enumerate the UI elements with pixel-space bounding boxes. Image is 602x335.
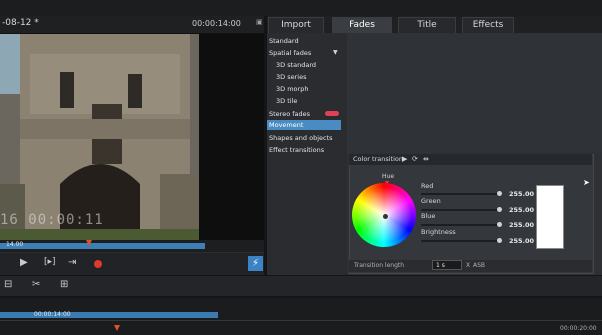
preview-letterbox xyxy=(199,34,264,240)
blue-slider-knob[interactable] xyxy=(497,222,502,227)
flash-icon[interactable]: ⚡ xyxy=(248,256,263,271)
insert-icon[interactable]: ⊞ xyxy=(60,279,68,290)
step-icon[interactable]: ⇹ xyxy=(423,155,429,163)
fade-item-standard[interactable]: Standard xyxy=(269,37,299,45)
transition-length-label: Transition length xyxy=(354,262,405,269)
chevron-down-icon[interactable]: ▼ xyxy=(333,49,338,56)
play-icon[interactable]: ▶ xyxy=(402,155,407,163)
fade-item-3d-series[interactable]: 3D series xyxy=(276,73,306,81)
in-out-icon[interactable]: [▸] xyxy=(44,257,56,267)
transport-bar xyxy=(0,253,264,275)
record-icon[interactable] xyxy=(94,260,102,268)
fade-item-3d-standard[interactable]: 3D standard xyxy=(276,61,316,69)
timeline-range-label: 00:00:14:00 xyxy=(34,311,71,318)
green-label: Green xyxy=(421,197,441,205)
brightness-slider-knob[interactable] xyxy=(497,238,502,243)
tab-title[interactable]: Title xyxy=(398,17,456,34)
red-label: Red xyxy=(421,182,434,190)
fade-category-list xyxy=(267,33,347,275)
next-icon[interactable]: ⇥ xyxy=(68,257,76,268)
preview-time: 00:00:14:00 xyxy=(192,19,241,28)
trim-icon[interactable]: ⊟ xyxy=(4,279,12,290)
transition-asb-label[interactable]: ASB xyxy=(473,262,485,269)
timeline-end-label: 00:00:20:00 xyxy=(560,325,597,332)
fade-item-stereo[interactable]: Stereo fades xyxy=(269,110,310,118)
blue-label: Blue xyxy=(421,212,436,220)
timeline-playhead[interactable] xyxy=(114,325,120,331)
mouse-cursor-icon: ➤ xyxy=(583,178,590,187)
cut-icon[interactable]: ✂ xyxy=(32,279,40,290)
fade-item-spatial[interactable]: Spatial fades xyxy=(269,49,311,57)
brightness-slider[interactable] xyxy=(421,240,501,242)
fade-item-effect-transitions[interactable]: Effect transitions xyxy=(269,146,324,154)
play-icon[interactable]: ▶ xyxy=(20,257,28,268)
fade-item-3d-tile[interactable]: 3D tile xyxy=(276,97,297,105)
detach-icon[interactable]: ▣ xyxy=(256,18,263,26)
scrub-time: 14.00 xyxy=(6,241,24,248)
tab-effects[interactable]: Effects xyxy=(462,17,514,34)
transition-x-label[interactable]: X xyxy=(466,262,470,269)
transition-length-input[interactable]: 1 s xyxy=(432,260,462,270)
color-transition-title: Color transition xyxy=(353,155,404,163)
top-strip xyxy=(0,0,602,16)
scrub-range xyxy=(0,243,205,249)
fade-preview-area xyxy=(347,33,602,153)
playhead-marker[interactable] xyxy=(86,240,92,246)
brightness-label: Brightness xyxy=(421,228,456,236)
fade-item-movement[interactable]: Movement xyxy=(269,121,303,129)
red-value[interactable]: 255.00 xyxy=(509,190,534,198)
green-slider-knob[interactable] xyxy=(497,207,502,212)
timeline-ruler xyxy=(0,320,602,321)
tab-import[interactable]: Import xyxy=(268,17,324,34)
stereo-3d-icon xyxy=(325,111,339,116)
fade-item-shapes[interactable]: Shapes and objects xyxy=(269,134,333,142)
ruin-image xyxy=(0,34,199,240)
red-slider[interactable] xyxy=(421,193,501,195)
video-preview xyxy=(0,34,199,240)
red-slider-knob[interactable] xyxy=(497,191,502,196)
blue-slider[interactable] xyxy=(421,224,501,226)
edit-toolbar xyxy=(0,275,602,297)
blue-value[interactable]: 255.00 xyxy=(509,221,534,229)
green-value[interactable]: 255.00 xyxy=(509,206,534,214)
color-picker-dot[interactable] xyxy=(382,213,389,220)
brightness-value[interactable]: 255.00 xyxy=(509,237,534,245)
fade-item-3d-morph[interactable]: 3D morph xyxy=(276,85,308,93)
timeline-clip-range[interactable] xyxy=(0,312,218,318)
project-title: -08-12 * xyxy=(2,18,39,28)
loop-icon[interactable]: ⟳ xyxy=(412,155,418,163)
timecode-overlay: 16 00:00:11 xyxy=(0,212,104,228)
green-slider[interactable] xyxy=(421,209,501,211)
color-swatch xyxy=(536,185,564,249)
hue-label: Hue xyxy=(382,173,395,180)
tab-fades[interactable]: Fades xyxy=(332,17,392,34)
